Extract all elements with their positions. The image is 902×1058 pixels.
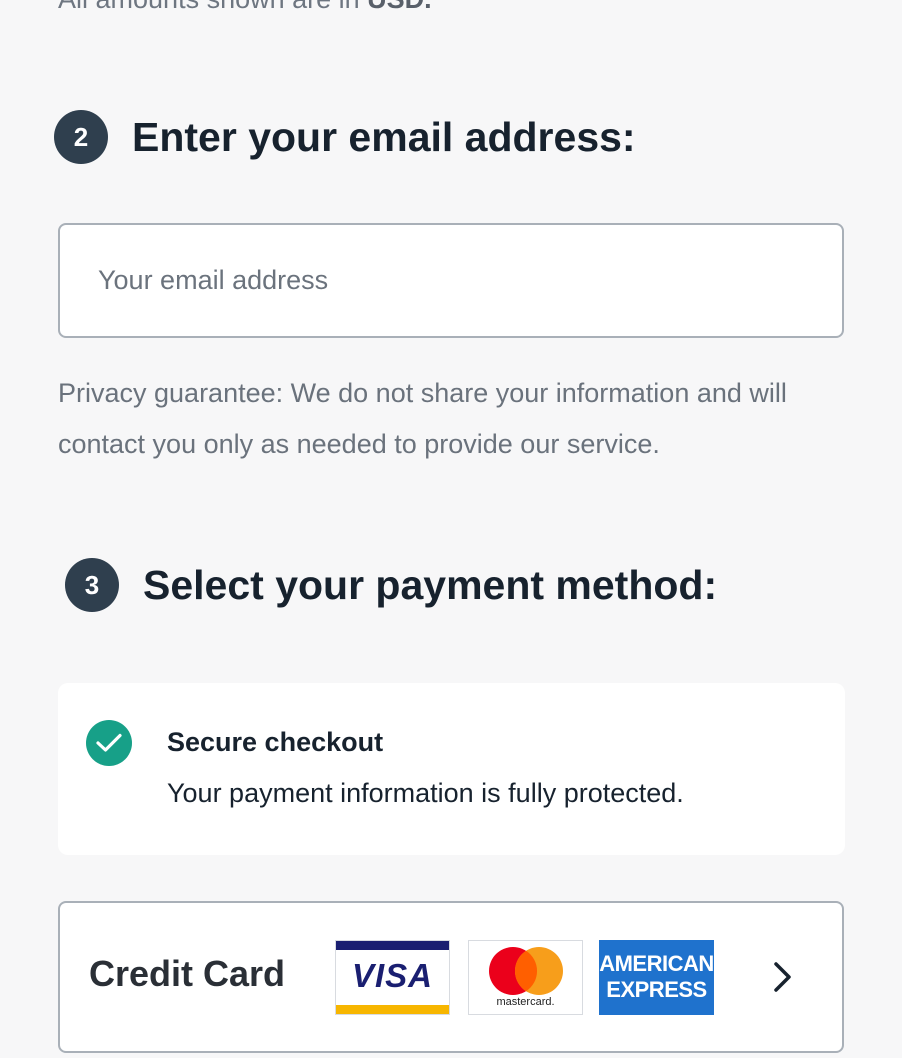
mastercard-logo: mastercard. — [468, 940, 583, 1015]
currency-note-text: All amounts shown are in — [58, 0, 367, 14]
currency-code: USD. — [367, 0, 432, 14]
check-circle-icon — [86, 720, 132, 766]
chevron-right-icon[interactable] — [765, 959, 801, 995]
email-input[interactable] — [60, 225, 842, 336]
payment-method-label: Credit Card — [89, 953, 286, 994]
step-3-title: Select your payment method: — [143, 561, 718, 608]
email-field-container[interactable] — [58, 223, 844, 338]
step-3-header: 3 Select your payment method: — [65, 558, 717, 612]
mastercard-logo-text: mastercard. — [496, 996, 555, 1008]
currency-note: All amounts shown are in USD. — [58, 0, 432, 15]
secure-checkout-subtitle: Your payment information is fully protec… — [167, 778, 684, 808]
secure-checkout-title: Secure checkout — [167, 727, 384, 757]
amex-logo-line2: EXPRESS — [606, 977, 707, 1002]
amex-logo: AMERICAN EXPRESS — [599, 940, 714, 1015]
step-3-badge: 3 — [65, 558, 119, 612]
step-2-title: Enter your email address: — [132, 113, 636, 160]
step-2-header: 2 Enter your email address: — [54, 110, 636, 164]
visa-logo-text: VISA — [351, 957, 434, 994]
visa-logo: VISA — [335, 940, 450, 1015]
privacy-guarantee: Privacy guarantee: We do not share your … — [58, 378, 787, 459]
secure-checkout-card: Secure checkout Your payment information… — [58, 683, 845, 855]
amex-logo-line1: AMERICAN — [599, 951, 714, 976]
payment-method-credit-card[interactable]: Credit Card VISA mastercard. AMERICAN EX… — [58, 901, 844, 1053]
step-2-badge: 2 — [54, 110, 108, 164]
